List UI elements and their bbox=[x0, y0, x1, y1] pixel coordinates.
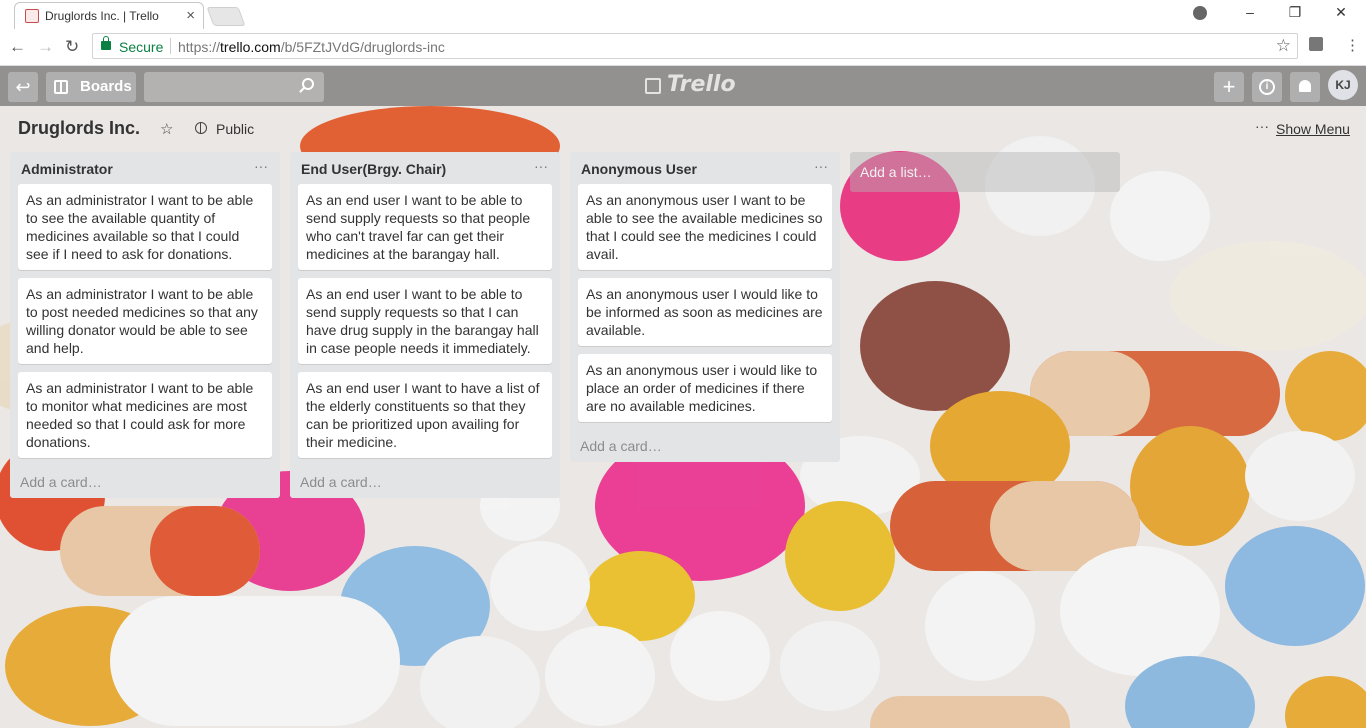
show-menu-link[interactable]: Show Menu bbox=[1276, 121, 1350, 137]
card[interactable]: As an anonymous user I want to be able t… bbox=[578, 184, 832, 270]
search-input[interactable] bbox=[144, 72, 324, 102]
add-card-button[interactable]: Add a card… bbox=[18, 466, 272, 492]
browser-menu-icon[interactable]: ⋮ bbox=[1345, 36, 1360, 54]
trello-favicon-icon bbox=[25, 9, 39, 23]
secure-label: Secure bbox=[119, 39, 164, 55]
list-header: Administrator ··· bbox=[18, 152, 272, 184]
search-icon[interactable] bbox=[302, 78, 314, 90]
trello-logo-text[interactable]: Trello bbox=[667, 72, 736, 97]
lock-icon bbox=[101, 36, 111, 50]
board-title[interactable]: Druglords Inc. bbox=[18, 118, 140, 139]
list-anonymous-user: Anonymous User ··· As an anonymous user … bbox=[570, 152, 840, 462]
boards-label: Boards bbox=[80, 78, 132, 95]
info-button[interactable]: i bbox=[1252, 72, 1282, 102]
trello-logo-icon bbox=[645, 78, 661, 94]
list-menu-icon[interactable]: ··· bbox=[534, 158, 548, 174]
add-card-button[interactable]: Add a card… bbox=[578, 430, 832, 456]
more-icon[interactable]: ··· bbox=[1255, 118, 1269, 134]
list-end-user: End User(Brgy. Chair) ··· As an end user… bbox=[290, 152, 560, 498]
reload-icon[interactable]: ↻ bbox=[65, 37, 79, 57]
url-separator bbox=[170, 38, 171, 54]
back-icon: ↩ bbox=[15, 77, 31, 97]
minimize-icon[interactable]: – bbox=[1240, 4, 1260, 20]
visibility-label[interactable]: Public bbox=[216, 121, 254, 137]
window-close-icon[interactable]: ✕ bbox=[1331, 4, 1351, 21]
url-scheme: https:// bbox=[178, 39, 221, 55]
card[interactable]: As an anonymous user i would like to pla… bbox=[578, 354, 832, 422]
star-board-icon[interactable]: ☆ bbox=[160, 120, 173, 138]
card[interactable]: As an administrator I want to be able to… bbox=[18, 184, 272, 270]
browser-tab[interactable]: Druglords Inc. | Trello × bbox=[14, 2, 204, 29]
list-title[interactable]: Administrator bbox=[21, 161, 113, 177]
bell-icon bbox=[1299, 80, 1311, 92]
notifications-button[interactable] bbox=[1290, 72, 1320, 102]
boards-button[interactable]: Boards bbox=[46, 72, 136, 102]
card[interactable]: As an end user I want to be able to send… bbox=[298, 278, 552, 364]
browser-toolbar: ← → ↻ Secure https://trello.com/b/5FZtJV… bbox=[0, 29, 1366, 66]
new-tab-button[interactable] bbox=[206, 7, 246, 26]
card[interactable]: As an administrator I want to be able to… bbox=[18, 372, 272, 458]
list-title[interactable]: Anonymous User bbox=[581, 161, 697, 177]
list-header: Anonymous User ··· bbox=[578, 152, 832, 184]
avatar[interactable]: KJ bbox=[1328, 70, 1358, 100]
card[interactable]: As an end user I want to be able to send… bbox=[298, 184, 552, 270]
url-host: trello.com bbox=[220, 39, 281, 55]
url-bar[interactable]: Secure https://trello.com/b/5FZtJVdG/dru… bbox=[92, 33, 1298, 59]
add-card-button[interactable]: Add a card… bbox=[298, 466, 552, 492]
back-to-home-button[interactable]: ↩ bbox=[8, 72, 38, 102]
info-icon: i bbox=[1259, 79, 1275, 95]
forward-arrow-icon[interactable]: → bbox=[37, 37, 54, 57]
list-menu-icon[interactable]: ··· bbox=[254, 158, 268, 174]
list-administrator: Administrator ··· As an administrator I … bbox=[10, 152, 280, 498]
list-title[interactable]: End User(Brgy. Chair) bbox=[301, 161, 446, 177]
tab-title: Druglords Inc. | Trello bbox=[45, 9, 159, 23]
url-text: https://trello.com/b/5FZtJVdG/druglords-… bbox=[178, 39, 445, 55]
boards-icon bbox=[54, 80, 68, 94]
globe-icon[interactable] bbox=[195, 122, 207, 134]
close-tab-icon[interactable]: × bbox=[186, 7, 195, 24]
card[interactable]: As an anonymous user I would like to be … bbox=[578, 278, 832, 346]
extension-icon[interactable] bbox=[1309, 37, 1323, 51]
card[interactable]: As an end user I want to have a list of … bbox=[298, 372, 552, 458]
card[interactable]: As an administrator I want to be able to… bbox=[18, 278, 272, 364]
plus-icon: + bbox=[1222, 74, 1236, 99]
list-header: End User(Brgy. Chair) ··· bbox=[298, 152, 552, 184]
restore-icon[interactable]: ❐ bbox=[1285, 4, 1305, 21]
profile-icon[interactable] bbox=[1193, 6, 1207, 20]
url-path: /b/5FZtJVdG/druglords-inc bbox=[280, 39, 445, 55]
create-button[interactable]: + bbox=[1214, 72, 1244, 102]
back-arrow-icon[interactable]: ← bbox=[9, 37, 26, 57]
add-list-button[interactable]: Add a list… bbox=[850, 152, 1120, 192]
list-menu-icon[interactable]: ··· bbox=[814, 158, 828, 174]
browser-tabstrip: Druglords Inc. | Trello × – ❐ ✕ bbox=[0, 0, 1366, 30]
bookmark-star-icon[interactable]: ☆ bbox=[1276, 36, 1291, 56]
